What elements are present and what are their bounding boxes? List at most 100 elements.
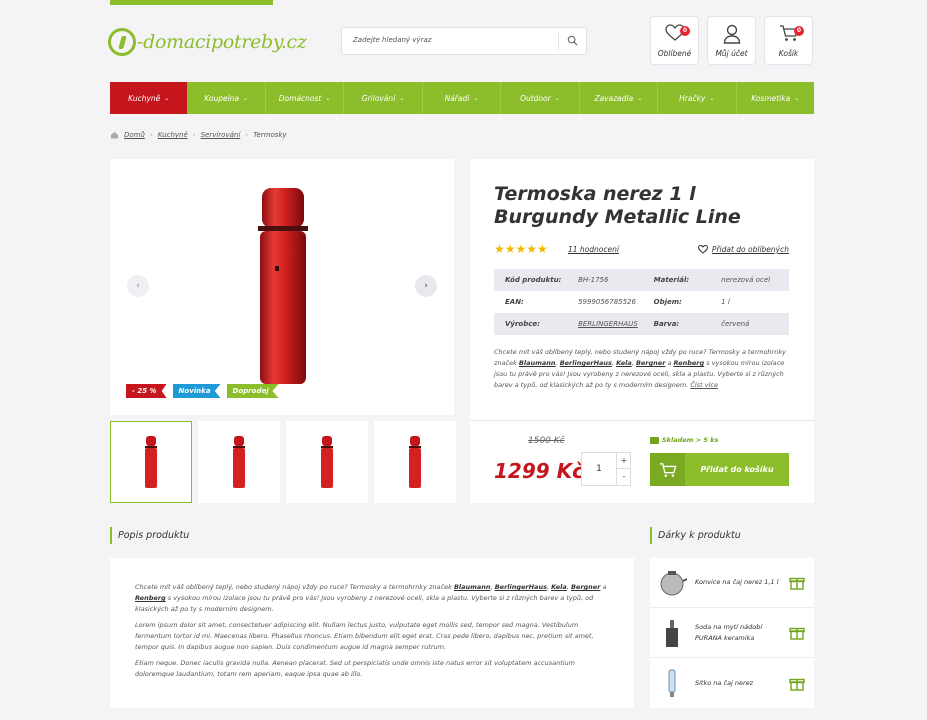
brand-link[interactable]: Blaumann xyxy=(519,359,556,367)
discount-badge: - 25 % xyxy=(126,384,167,398)
spec-key: Barva: xyxy=(653,320,680,328)
read-more-link[interactable]: Číst více xyxy=(690,381,718,389)
reviews-link[interactable]: 11 hodnocení xyxy=(568,245,619,254)
thumbnail[interactable] xyxy=(286,421,368,503)
brand-link[interactable]: Renberg xyxy=(674,359,705,367)
nav-item-grilovani[interactable]: Grilování ⌄ xyxy=(344,82,423,114)
breadcrumb-current: Termosky xyxy=(253,131,287,139)
product-image xyxy=(258,188,308,384)
gift-item[interactable]: Soda na mytí nádobí PURANA keramika xyxy=(650,608,814,658)
chevron-down-icon: ⌄ xyxy=(709,94,715,102)
search-icon[interactable] xyxy=(567,35,578,46)
spec-table: Kód produktu: BH-1756 Materiál: nerezová… xyxy=(494,269,789,335)
spec-key: Materiál: xyxy=(653,276,690,284)
gift-name: Konvice na čaj nerez 1,1 l xyxy=(695,578,779,586)
thumbnail[interactable] xyxy=(110,421,192,503)
main-nav: Kuchyně ⌄ Koupelna ⌄ Domácnost ⌄ Grilování ⌄… xyxy=(110,82,814,114)
gift-item[interactable]: Sítko na čaj nerez xyxy=(650,658,814,708)
search-input[interactable]: Zadejte hledaný výraz xyxy=(353,36,431,44)
nav-label: Kosmetika xyxy=(751,93,791,103)
spec-value: 1 l xyxy=(721,298,730,306)
brand-link[interactable]: BerlingerHaus xyxy=(560,359,612,367)
gallery-prev-button[interactable]: ‹ xyxy=(127,275,149,297)
brand-link[interactable]: Kela xyxy=(616,359,632,367)
chevron-down-icon: ⌄ xyxy=(325,94,331,102)
nav-item-kuchyne[interactable]: Kuchyně ⌄ xyxy=(110,82,188,114)
nav-item-domacnost[interactable]: Domácnost ⌄ xyxy=(266,82,345,114)
description-box: Chcete mít váš oblíbený teplý, nebo stud… xyxy=(110,558,634,708)
brand-link[interactable]: Renberg xyxy=(135,594,166,602)
chevron-down-icon: ⌄ xyxy=(243,94,249,102)
brand-link[interactable]: Blaumann xyxy=(454,583,491,591)
favorites-count-badge: 0 xyxy=(680,26,690,36)
gift-item[interactable]: Konvice na čaj nerez 1,1 l xyxy=(650,558,814,608)
chevron-down-icon: ⌄ xyxy=(554,94,560,102)
breadcrumb: Domů › Kuchyně › Servírování › Termosky xyxy=(110,131,287,139)
quantity-plus-button[interactable]: + xyxy=(616,453,631,469)
nav-label: Outdoor xyxy=(520,93,551,103)
add-to-cart-button[interactable]: Přidat do košíku xyxy=(650,453,789,486)
quantity-input[interactable]: 1 xyxy=(582,464,616,474)
spec-value: nerezová ocel xyxy=(721,276,771,284)
price: 1299 Kč xyxy=(494,459,584,483)
chevron-down-icon: ⌄ xyxy=(794,94,800,102)
nav-item-koupelna[interactable]: Koupelna ⌄ xyxy=(187,82,266,114)
cart-button[interactable]: 0 Košík xyxy=(764,16,813,65)
rating-stars: ★★★★★ xyxy=(494,242,548,256)
search-box[interactable]: Zadejte hledaný výraz xyxy=(341,27,587,55)
top-accent-bar xyxy=(110,0,273,5)
nav-item-zavazadla[interactable]: Zavazadla ⌄ xyxy=(580,82,659,114)
thumbnail-image xyxy=(321,436,333,488)
manufacturer-link[interactable]: BERLINGERHAUS xyxy=(572,313,648,335)
logo[interactable]: -domacipotreby.cz xyxy=(108,26,307,58)
thumbnail-image xyxy=(233,436,245,488)
favorites-button[interactable]: 0 Oblíbené xyxy=(650,16,699,65)
breadcrumb-home[interactable]: Domů xyxy=(124,131,145,139)
gift-image xyxy=(655,616,689,650)
quantity-stepper: 1 + - xyxy=(581,452,631,486)
product-badges: - 25 % Novinka Doprodej xyxy=(126,384,279,398)
nav-item-outdoor[interactable]: Outdoor ⌄ xyxy=(501,82,580,114)
heart-icon xyxy=(697,245,708,254)
description-text: Chcete mít váš oblíbený teplý, nebo stud… xyxy=(135,583,454,591)
cart-count-badge: 0 xyxy=(794,26,804,36)
description-text: a xyxy=(600,583,607,591)
breadcrumb-kuchyne[interactable]: Kuchyně xyxy=(158,131,188,139)
add-to-favorites-link[interactable]: Přidat do oblíbených xyxy=(697,245,789,254)
nav-item-hracky[interactable]: Hračky ⌄ xyxy=(658,82,737,114)
brand-link[interactable]: BerlingerHaus xyxy=(495,583,547,591)
thumbnail[interactable] xyxy=(198,421,280,503)
account-label: Můj účet xyxy=(715,49,748,58)
home-icon[interactable] xyxy=(110,131,119,139)
spec-value: 5999056785526 xyxy=(578,298,636,306)
description-paragraph: Etiam neque. Donec iaculis gravida nulla… xyxy=(135,659,576,678)
brand-link[interactable]: Kela xyxy=(551,583,567,591)
product-info-panel: Termoska nerez 1 l Burgundy Metallic Lin… xyxy=(470,159,814,503)
stock-label: Skladem > 5 ks xyxy=(662,436,719,444)
user-icon xyxy=(723,24,740,44)
breadcrumb-servirovani[interactable]: Servírování xyxy=(201,131,241,139)
gifts-box: Konvice na čaj nerez 1,1 l Soda na mytí … xyxy=(650,558,814,708)
chevron-down-icon: ⌄ xyxy=(164,94,170,102)
description-text: a xyxy=(665,359,674,367)
stock-status: Skladem > 5 ks xyxy=(650,436,718,444)
add-to-cart-label: Přidat do košíku xyxy=(700,465,774,474)
brand-link[interactable]: Bergner xyxy=(636,359,665,367)
account-button[interactable]: Můj účet xyxy=(707,16,756,65)
gallery-next-button[interactable]: › xyxy=(415,275,437,297)
nav-label: Grilování xyxy=(361,93,396,103)
sale-badge: Doprodej xyxy=(226,384,279,398)
nav-item-naradi[interactable]: Nářadí ⌄ xyxy=(423,82,502,114)
logo-icon xyxy=(108,28,136,56)
quantity-minus-button[interactable]: - xyxy=(616,469,631,485)
nav-label: Domácnost xyxy=(278,93,322,103)
chevron-right-icon: › xyxy=(424,281,428,291)
breadcrumb-separator: › xyxy=(192,131,196,139)
brand-link[interactable]: Bergner xyxy=(571,583,600,591)
nav-item-kosmetika[interactable]: Kosmetika ⌄ xyxy=(737,82,814,114)
search-divider xyxy=(558,33,559,51)
add-to-favorites-label: Přidat do oblíbených xyxy=(711,245,789,254)
nav-label: Nářadí xyxy=(444,93,470,103)
cart-icon xyxy=(650,453,685,486)
thumbnail[interactable] xyxy=(374,421,456,503)
